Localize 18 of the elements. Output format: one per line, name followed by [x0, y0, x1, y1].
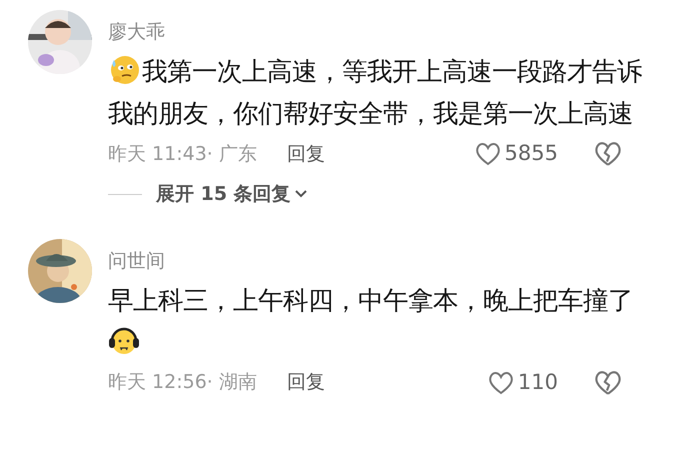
heart-icon [474, 142, 501, 166]
username[interactable]: 问世间 [108, 248, 648, 272]
broken-heart-icon [594, 141, 622, 167]
like-button[interactable]: 5855 [474, 138, 558, 170]
comment-text: 早上科三，上午科四，中午拿本，晚上把车撞了 [108, 278, 648, 362]
dislike-button[interactable] [594, 141, 622, 167]
broken-heart-icon [594, 370, 622, 396]
thinking-face-icon [108, 54, 140, 86]
comment-meta: 昨天 12:56· 湖南 [108, 370, 257, 396]
like-button[interactable]: 110 [488, 366, 558, 398]
username[interactable]: 廖大乖 [108, 20, 648, 44]
reply-button[interactable]: 回复 [286, 368, 325, 397]
reply-button[interactable]: 回复 [286, 140, 325, 168]
heart-icon [488, 370, 514, 394]
comment-text: 我第一次上高速，等我开上高速一段路才告诉我的朋友，你们帮好安全带，我是第一次上高速 [108, 53, 643, 130]
expand-replies-button[interactable]: 展开 15 条回复 [156, 180, 309, 208]
dislike-button[interactable] [594, 370, 622, 396]
comment-meta: 昨天 11:43· 广东 [108, 142, 257, 167]
